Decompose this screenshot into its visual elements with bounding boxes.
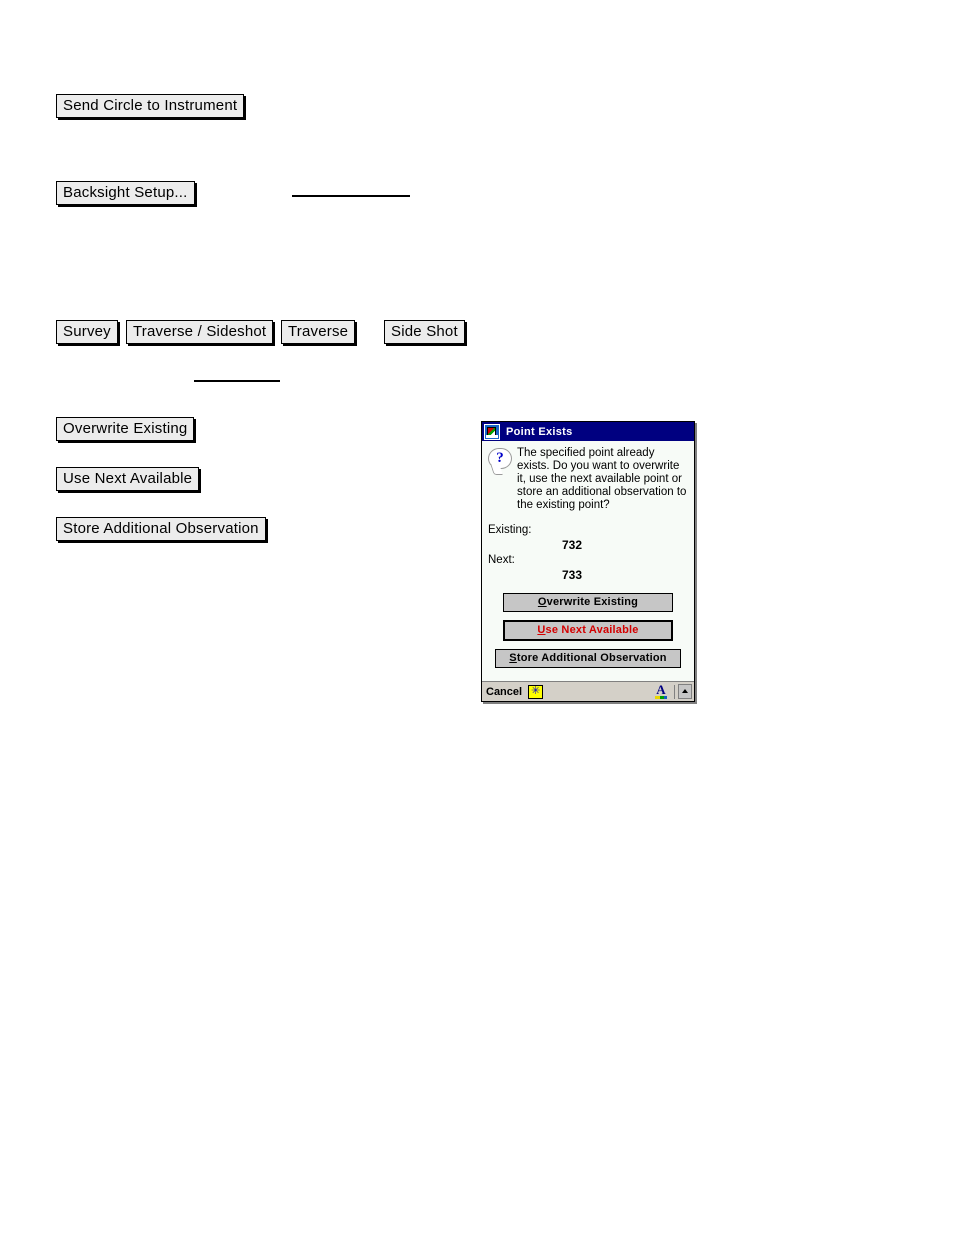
next-label: Next: [488,554,515,566]
callout-backsight-setup[interactable]: Backsight Setup... [56,181,195,205]
use-next-available-accel: U [537,624,546,636]
overwrite-existing-accel: O [537,596,547,608]
horizontal-rule-upper [292,195,410,197]
dialog-message-text: The specified point already exists. Do y… [517,447,687,511]
input-panel-icon[interactable]: A [653,682,669,699]
callout-send-circle-to-instrument[interactable]: Send Circle to Instrument [56,94,245,118]
store-additional-observation-label: tore Additional Observation [516,652,667,664]
callout-traverse[interactable]: Traverse [281,320,356,344]
callout-store-additional-observation[interactable]: Store Additional Observation [56,517,266,541]
dialog-point-values: Existing: 732 Next: 733 [487,523,689,583]
horizontal-rule-lower [194,380,280,382]
callout-side-shot[interactable]: Side Shot [384,320,465,344]
overwrite-existing-label: verwrite Existing [546,596,639,608]
dialog-statusbar: Cancel A [482,681,694,701]
dialog-titlebar: Point Exists [482,422,694,441]
callout-use-next-available[interactable]: Use Next Available [56,467,200,491]
store-additional-observation-button[interactable]: Store Additional Observation [495,649,681,668]
point-exists-dialog: Point Exists ? The specified point alrea… [481,421,695,702]
existing-value: 732 [561,538,583,552]
statusbar-divider [674,684,675,699]
callout-traverse-sideshot[interactable]: Traverse / Sideshot [126,320,274,344]
use-next-available-label: se Next Available [545,624,639,636]
overwrite-existing-button[interactable]: Overwrite Existing [503,593,673,612]
callout-survey[interactable]: Survey [56,320,118,344]
dialog-button-group: Overwrite Existing Use Next Available St… [487,593,689,668]
next-value: 733 [561,568,583,582]
store-additional-observation-accel: S [509,652,517,664]
question-bubble-icon: ? [487,448,515,476]
yellow-star-button[interactable] [528,683,544,699]
dialog-title: Point Exists [506,425,573,438]
dialog-body: ? The specified point already exists. Do… [482,441,694,681]
dialog-message-row: ? The specified point already exists. Do… [487,447,689,512]
existing-label: Existing: [488,524,532,536]
callout-overwrite-existing[interactable]: Overwrite Existing [56,417,195,441]
scroll-up-arrow[interactable] [678,684,692,699]
use-next-available-button[interactable]: Use Next Available [503,620,673,641]
survey-app-icon [484,423,500,440]
cancel-button[interactable]: Cancel [486,686,522,698]
